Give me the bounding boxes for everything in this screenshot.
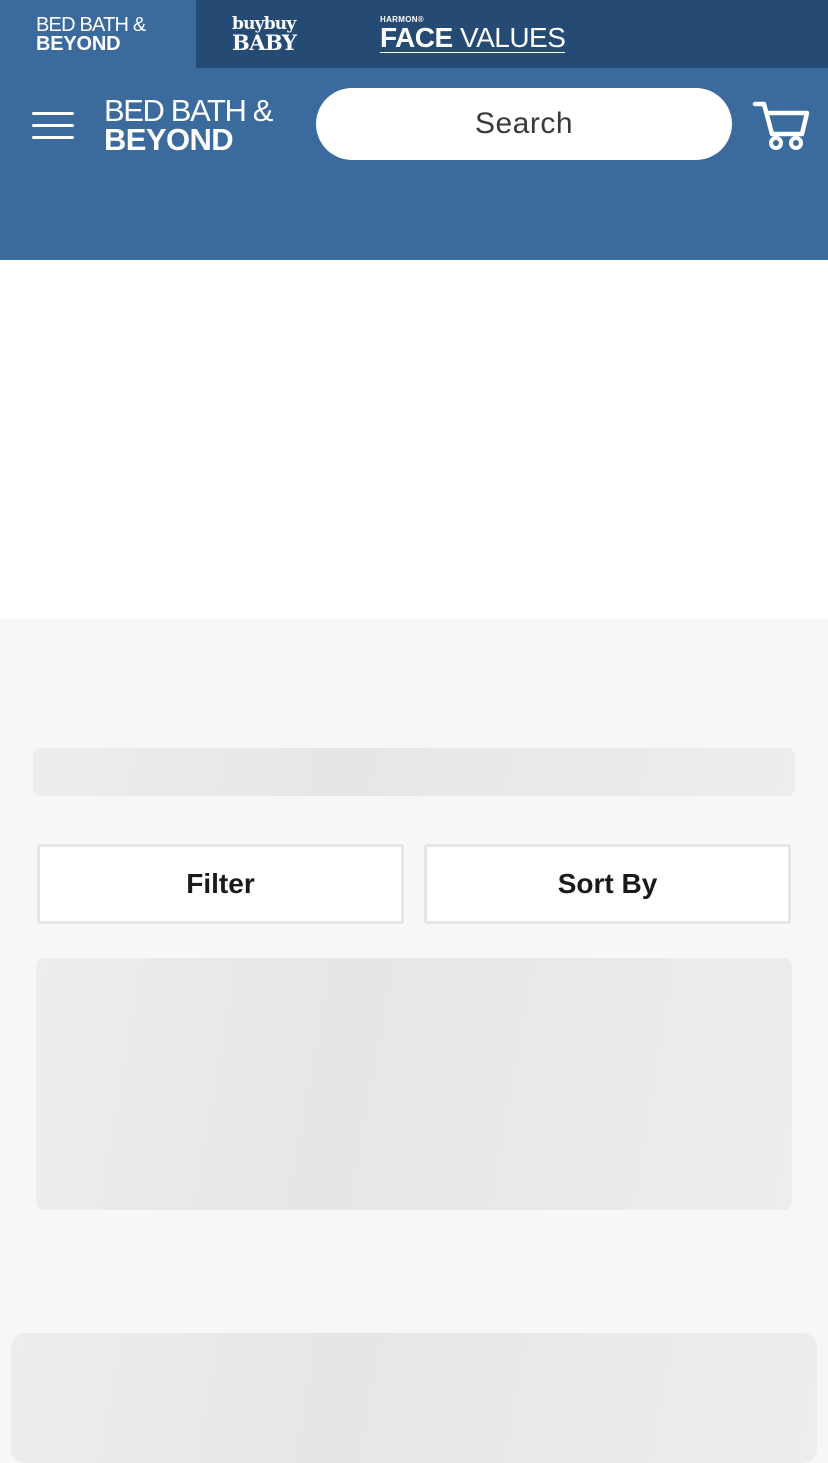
sort-by-button-label: Sort By [557,868,658,899]
hero-placeholder [0,260,828,618]
brand-tab-line2-bold: FACE [380,22,453,53]
breadcrumb-skeleton [33,748,795,796]
filter-button-label: Filter [186,868,255,899]
shopping-cart-icon[interactable] [752,98,810,154]
site-logo[interactable]: BED BATH & BEYOND [104,95,286,157]
brand-tab-line2: FACE VALUES [380,22,566,53]
filter-button[interactable]: Filter [37,844,404,924]
site-header: BED BATH & BEYOND [0,68,828,260]
brand-tab-line2-rest: VALUES [452,22,566,53]
brand-tab-line2: BEYOND [36,33,121,55]
brand-tab-line1: BED BATH & [36,14,146,36]
brand-tab-harmon-face-values[interactable]: HARMON® FACE VALUES [380,0,580,68]
brand-tab-buybuy-baby[interactable]: buybuy BABY [232,0,322,68]
banner-skeleton [36,958,792,1210]
brand-tab-line2: BABY [232,30,297,55]
logo-line2: BEYOND [104,122,234,157]
hamburger-menu-icon[interactable] [32,110,74,142]
search-input[interactable] [316,88,732,160]
sort-by-button[interactable]: Sort By [424,844,791,924]
product-card-skeleton [11,1333,817,1463]
brand-tab-bed-bath-beyond[interactable]: BED BATH & BEYOND [0,0,196,68]
brand-switcher-bar: BED BATH & BEYOND buybuy BABY HARMON® FA… [0,0,828,68]
